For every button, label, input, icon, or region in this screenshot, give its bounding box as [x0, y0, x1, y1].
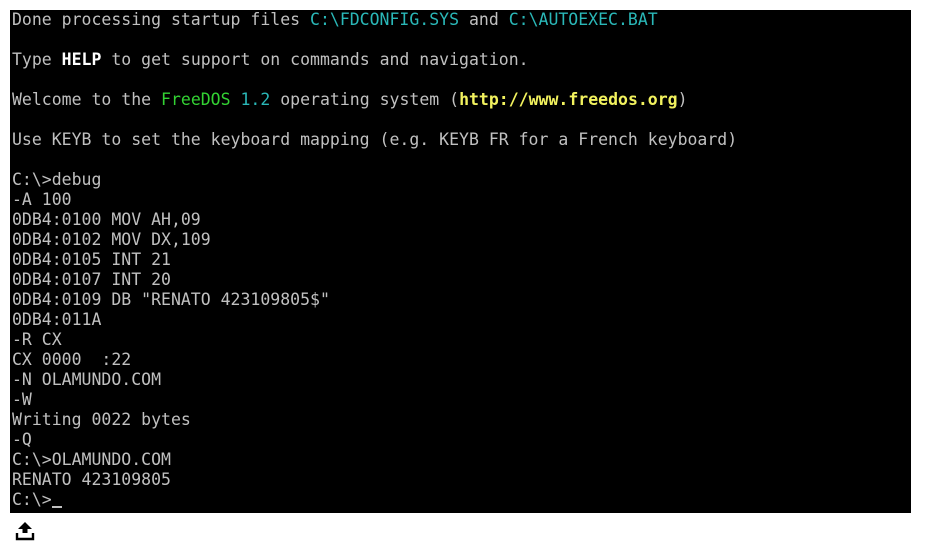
help-prefix: Type — [12, 50, 62, 69]
startup-message: Done processing startup files C:\FDCONFI… — [12, 10, 658, 30]
session-line: C:\>debug — [12, 170, 102, 189]
help-message: Type HELP to get support on commands and… — [12, 50, 529, 70]
session-line: -A 100 — [12, 190, 72, 209]
session-line: 0DB4:0107 INT 20 — [12, 270, 171, 289]
startup-prefix: Done processing startup files — [12, 10, 311, 29]
freedos-name: FreeDOS — [161, 90, 231, 109]
welcome-middle: operating system ( — [270, 90, 460, 109]
upload-icon-glyph — [15, 522, 35, 541]
session-line: Writing 0022 bytes — [12, 410, 191, 429]
session-line: C:\>OLAMUNDO.COM — [12, 450, 171, 469]
session-line: 0DB4:0102 MOV DX,109 — [12, 230, 211, 249]
session-line: -Q — [12, 430, 32, 449]
welcome-prefix: Welcome to the — [12, 90, 162, 109]
freedos-url: http://www.freedos.org — [459, 90, 678, 109]
welcome-suffix: ) — [677, 90, 688, 109]
session-line: -R CX — [12, 330, 62, 349]
session-line: 0DB4:0105 INT 21 — [12, 250, 171, 269]
autoexec-path: C:\AUTOEXEC.BAT — [508, 10, 658, 29]
help-keyword: HELP — [61, 50, 102, 69]
text-cursor — [51, 506, 62, 508]
startup-and: and — [459, 10, 509, 29]
fdconfig-path: C:\FDCONFIG.SYS — [310, 10, 460, 29]
help-suffix: to get support on commands and navigatio… — [101, 50, 529, 69]
command-prompt-line[interactable]: C:\> — [12, 490, 62, 510]
upload-icon[interactable] — [15, 521, 35, 541]
session-line: 0DB4:011A — [12, 310, 102, 329]
session-line: RENATO 423109805 — [12, 470, 171, 489]
welcome-message: Welcome to the FreeDOS 1.2 operating sys… — [12, 90, 688, 110]
session-line: -W — [12, 390, 32, 409]
session-line: 0DB4:0109 DB "RENATO 423109805$" — [12, 290, 330, 309]
session-line: CX 0000 :22 — [12, 350, 132, 369]
dos-terminal-screen[interactable]: Done processing startup files C:\FDCONFI… — [10, 10, 911, 513]
command-prompt: C:\> — [12, 490, 52, 509]
session-line: 0DB4:0100 MOV AH,09 — [12, 210, 201, 229]
freedos-version: 1.2 — [230, 90, 271, 109]
session-line: -N OLAMUNDO.COM — [12, 370, 162, 389]
keyb-message: Use KEYB to set the keyboard mapping (e.… — [12, 130, 738, 149]
